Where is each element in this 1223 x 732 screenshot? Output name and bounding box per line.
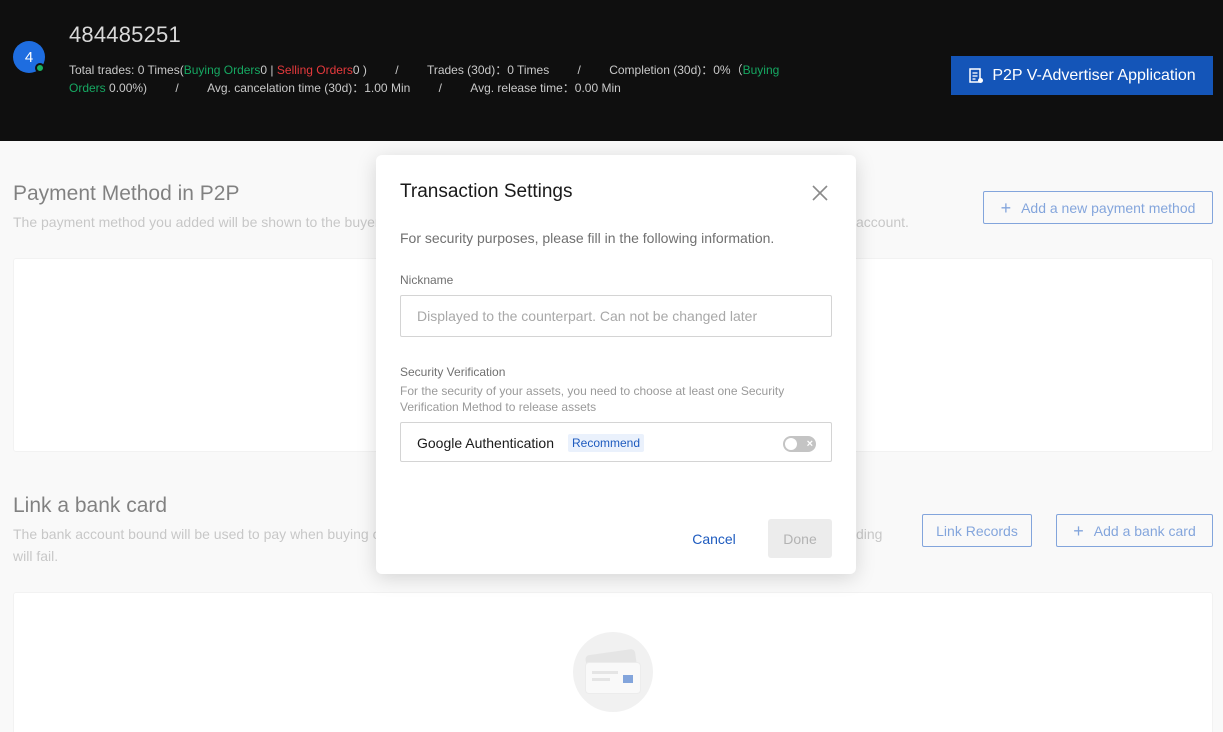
separator: / [395,63,399,77]
close-icon[interactable] [809,182,831,204]
buying-orders-count: 0 | [260,63,274,77]
nickname-input[interactable] [400,295,832,337]
done-button[interactable]: Done [768,519,832,558]
buying-orders-label: Buying Orders [183,63,261,77]
profile-header: 4 484485251 Total trades: 0 Times(Buying… [0,0,1223,141]
trades-30d-text: Trades (30d)：0 Times [426,63,550,77]
trade-stats: Total trades: 0 Times(Buying Orders0 | S… [69,61,791,97]
security-verification-help: For the security of your assets, you nee… [400,384,785,414]
google-authentication-toggle[interactable]: × [783,436,816,452]
separator: / [438,81,442,95]
google-authentication-label: Google Authentication [417,435,554,451]
cancel-button[interactable]: Cancel [681,520,747,558]
toggle-off-icon: × [806,438,813,450]
separator: / [577,63,581,77]
transaction-settings-modal: Transaction Settings For security purpos… [376,155,856,574]
avg-release-time-text: Avg. release time：0.00 Min [470,81,621,95]
avatar-initial: 4 [24,48,34,66]
modal-intro: For security purposes, please fill in th… [400,230,775,246]
document-icon [969,67,984,83]
advertiser-application-button[interactable]: P2P V-Advertiser Application [951,56,1213,95]
completion-30d-text: Completion (30d)：0%（ [609,63,743,77]
selling-orders-label: Selling Orders [276,63,353,77]
online-status-dot [35,63,45,73]
security-verification-label: Security Verification [400,365,506,379]
completion-buying-value: 0.00%) [109,81,148,95]
avatar[interactable]: 4 [13,41,45,73]
separator: / [175,81,179,95]
user-id: 484485251 [69,22,181,47]
selling-orders-count: 0 ) [352,63,367,77]
advertiser-application-label: P2P V-Advertiser Application [992,66,1196,84]
toggle-knob [785,438,797,450]
google-authentication-option: Google Authentication Recommend × [400,422,832,462]
nickname-label: Nickname [400,273,454,287]
total-trades-text: Total trades: 0 Times( [69,63,184,77]
modal-title: Transaction Settings [400,181,573,202]
avg-cancel-time-text: Avg. cancelation time (30d)：1.00 Min [207,81,411,95]
recommend-badge: Recommend [568,434,645,452]
